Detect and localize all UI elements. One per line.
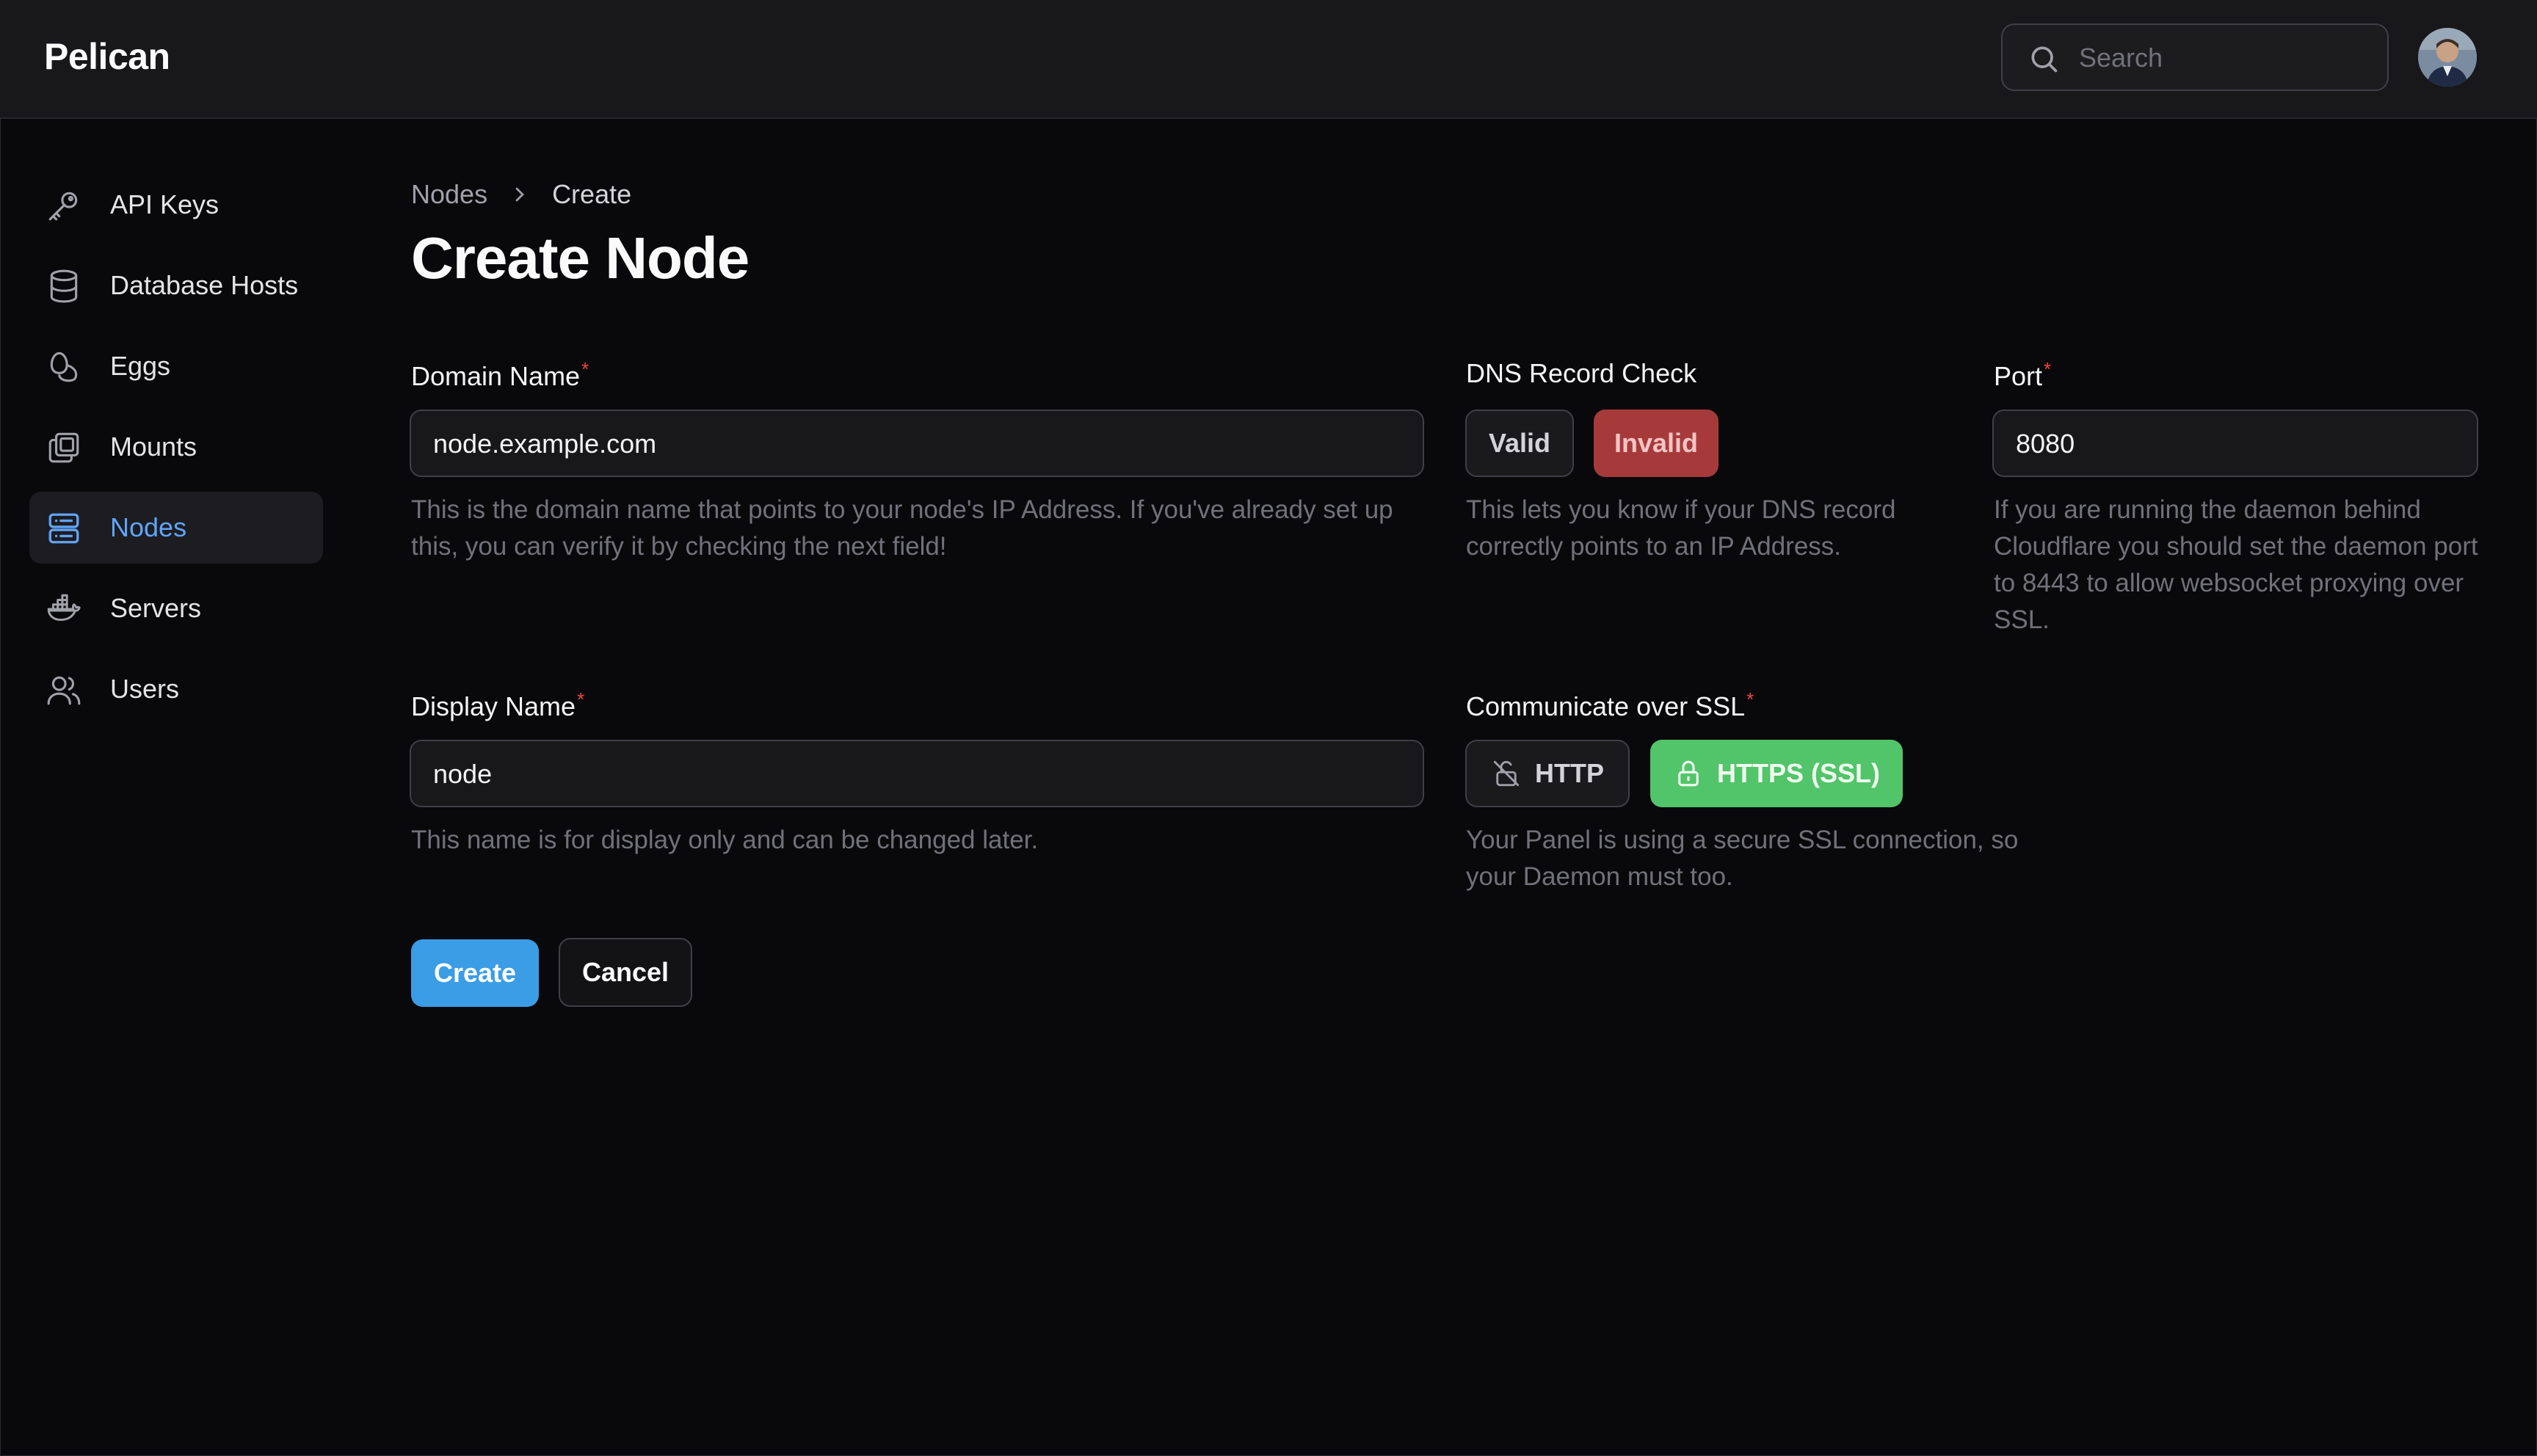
page-title: Create Node [411,225,750,291]
sidebar-item-label: Servers [110,593,202,623]
sidebar-item-eggs[interactable]: Eggs [29,330,323,402]
sidebar-item-label: Mounts [110,432,197,462]
domain-name-field[interactable] [410,410,1424,477]
sidebar-item-label: API Keys [110,189,219,219]
sidebar-item-label: Database Hosts [110,270,299,300]
unlock-slash-icon [1493,760,1520,787]
user-avatar[interactable] [2418,28,2477,87]
search-box[interactable] [2001,23,2389,91]
server-icon [48,513,79,544]
chevron-right-icon [515,187,524,202]
port-label: Port* [1994,358,2052,391]
display-name-label: Display Name* [411,688,585,721]
sidebar-item-label: Eggs [110,351,171,381]
search-input[interactable] [2077,25,2374,91]
breadcrumb: Nodes Create [411,179,631,210]
required-marker: * [577,688,585,710]
https-button-label: HTTPS (SSL) [1717,758,1880,788]
domain-name-label: Domain Name* [411,358,589,391]
users-icon [47,676,81,705]
sidebar-item-api-keys[interactable]: API Keys [29,169,323,241]
database-icon [50,269,78,303]
http-button-label: HTTP [1535,758,1604,788]
port-input[interactable] [2014,411,2459,477]
domain-name-help: This is the domain name that points to y… [411,495,1393,561]
sidebar-item-mounts[interactable]: Mounts [29,411,323,483]
avatar-photo [2418,28,2477,87]
https-ssl-button[interactable]: HTTPS (SSL) [1650,740,1903,807]
ssl-label: Communicate over SSL* [1466,688,1754,721]
dns-invalid-button[interactable]: Invalid [1594,410,1718,477]
display-name-field[interactable] [410,740,1424,807]
search-icon [2031,46,2058,73]
sidebar-item-servers[interactable]: Servers [29,572,323,644]
eggs-icon [50,352,78,382]
lock-icon [1678,760,1699,787]
required-marker: * [2044,358,2052,380]
display-name-help: This name is for display only and can be… [411,826,1039,854]
key-icon [48,192,78,221]
brand-logo[interactable]: Pelican [44,35,170,78]
required-marker: * [1746,688,1754,710]
domain-name-input[interactable] [432,411,1405,477]
breadcrumb-link-nodes[interactable]: Nodes [411,179,487,210]
dns-record-check-label: DNS Record Check [1466,358,1697,388]
dns-valid-button[interactable]: Valid [1465,410,1574,477]
window-frame [0,0,2537,1456]
display-name-input[interactable] [432,741,1405,807]
dns-record-help: This lets you know if your DNS record co… [1466,495,1896,561]
required-marker: * [581,358,589,380]
sidebar-item-users[interactable]: Users [29,653,323,725]
mounts-icon [48,432,79,463]
sidebar-nav: API Keys Database Hosts Eggs Mounts Node… [29,169,323,734]
top-bar: Pelican [0,0,2537,119]
sidebar-item-label: Users [110,674,180,704]
http-button[interactable]: HTTP [1465,740,1630,807]
sidebar-item-label: Nodes [110,512,187,542]
port-field[interactable] [1992,410,2478,477]
sidebar-item-nodes[interactable]: Nodes [29,492,323,564]
docker-icon [47,594,81,622]
port-help: If you are running the daemon behind Clo… [1994,495,2478,634]
sidebar-item-database-hosts[interactable]: Database Hosts [29,250,323,321]
breadcrumb-current: Create [552,179,632,209]
create-button[interactable]: Create [411,939,539,1007]
cancel-button[interactable]: Cancel [559,938,692,1007]
ssl-help: Your Panel is using a secure SSL connect… [1466,826,2019,891]
